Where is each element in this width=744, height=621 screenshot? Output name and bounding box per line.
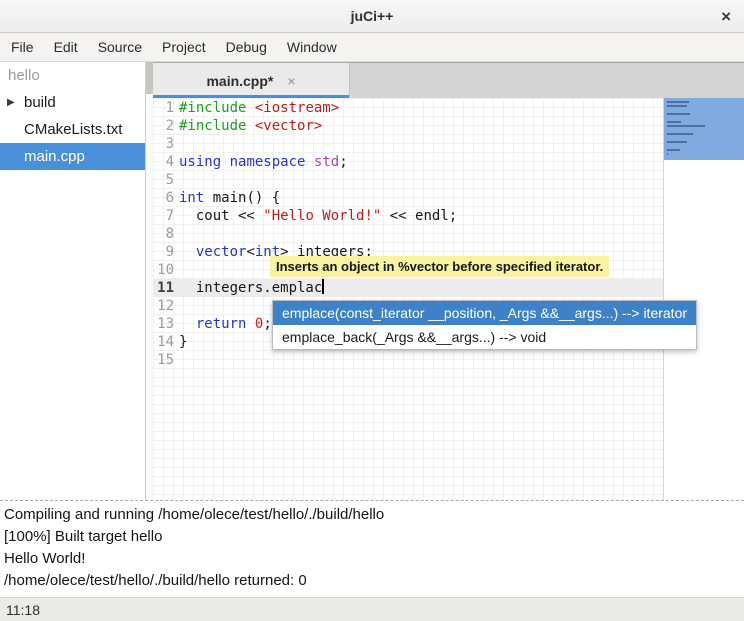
code-line-8[interactable]: 8	[153, 225, 663, 243]
line-number: 9	[153, 243, 179, 261]
line-number: 15	[153, 351, 179, 369]
minimap-line	[667, 113, 690, 115]
line-number: 5	[153, 171, 179, 189]
minimap[interactable]	[663, 98, 744, 500]
menu-bar: FileEditSourceProjectDebugWindow	[0, 33, 744, 62]
completion-item[interactable]: emplace_back(_Args &&__args...) --> void	[273, 325, 696, 349]
code-line-1[interactable]: 1#include <iostream>	[153, 99, 663, 117]
line-number: 14	[153, 333, 179, 351]
juci-window: juCi++ × FileEditSourceProjectDebugWindo…	[0, 0, 744, 621]
minimap-line	[667, 153, 668, 155]
tree-item-cmakelists-txt[interactable]: CMakeLists.txt	[0, 116, 145, 143]
completion-popup: emplace(const_iterator __position, _Args…	[272, 300, 697, 350]
completion-doc-tooltip: Inserts an object in %vector before spec…	[270, 256, 609, 277]
line-number: 6	[153, 189, 179, 207]
minimap-line	[667, 101, 689, 103]
menu-item-source[interactable]: Source	[88, 33, 152, 61]
expander-icon[interactable]: ▶	[7, 89, 15, 116]
menu-item-file[interactable]: File	[1, 33, 44, 61]
main-area: hello ▶ buildCMakeLists.txtmain.cpp main.…	[0, 62, 744, 500]
line-number: 3	[153, 135, 179, 153]
tab-main-cpp[interactable]: main.cpp* ×	[153, 63, 350, 98]
output-line: [100%] Built target hello	[4, 526, 744, 548]
code-text: }	[179, 333, 187, 351]
code-text: cout << "Hello World!" << endl;	[179, 207, 457, 225]
code-text: using namespace std;	[179, 153, 348, 171]
line-number: 10	[153, 261, 179, 279]
line-number: 11	[153, 279, 179, 297]
menu-item-project[interactable]: Project	[152, 33, 216, 61]
line-number: 12	[153, 297, 179, 315]
code-text: int main() {	[179, 189, 280, 207]
code-text: integers.emplac	[179, 279, 324, 297]
tab-bar: main.cpp* ×	[153, 62, 744, 98]
file-tree: hello ▶ buildCMakeLists.txtmain.cpp	[0, 62, 146, 500]
menu-item-debug[interactable]: Debug	[216, 33, 277, 61]
code-text: #include <vector>	[179, 117, 322, 135]
line-number: 13	[153, 315, 179, 333]
minimap-visible-region[interactable]	[664, 98, 744, 160]
scrollbar-thumb[interactable]	[146, 62, 153, 94]
tree-item-label: main.cpp	[24, 143, 85, 170]
code-text: #include <iostream>	[179, 99, 339, 117]
code-line-3[interactable]: 3	[153, 135, 663, 153]
tab-close-icon[interactable]: ×	[287, 73, 295, 89]
project-name: hello	[0, 62, 145, 89]
tree-item-build[interactable]: ▶ build	[0, 89, 145, 116]
code-line-4[interactable]: 4using namespace std;	[153, 153, 663, 171]
tree-item-label: CMakeLists.txt	[24, 116, 122, 143]
code-line-15[interactable]: 15	[153, 351, 663, 369]
cursor-position: 11:18	[6, 602, 40, 618]
minimap-line	[667, 141, 687, 143]
code-line-7[interactable]: 7 cout << "Hello World!" << endl;	[153, 207, 663, 225]
line-number: 8	[153, 225, 179, 243]
line-number: 2	[153, 117, 179, 135]
window-title: juCi++	[351, 8, 394, 24]
minimap-line	[667, 149, 680, 151]
minimap-line	[667, 125, 705, 127]
minimap-line	[667, 105, 687, 107]
code-line-5[interactable]: 5	[153, 171, 663, 189]
code-line-2[interactable]: 2#include <vector>	[153, 117, 663, 135]
code-line-11[interactable]: 11 integers.emplac	[153, 279, 663, 297]
code-line-6[interactable]: 6int main() {	[153, 189, 663, 207]
line-number: 4	[153, 153, 179, 171]
completion-item[interactable]: emplace(const_iterator __position, _Args…	[273, 301, 696, 325]
output-panel: Compiling and running /home/olece/test/h…	[0, 500, 744, 597]
sidebar-scrollbar[interactable]	[146, 62, 153, 500]
close-icon[interactable]: ×	[721, 0, 731, 32]
code-editor[interactable]: 1#include <iostream>2#include <vector>34…	[153, 98, 663, 500]
title-bar[interactable]: juCi++ ×	[0, 0, 744, 33]
menu-item-edit[interactable]: Edit	[44, 33, 88, 61]
tab-label: main.cpp*	[206, 73, 273, 89]
tree-item-label: build	[24, 89, 56, 116]
editor-wrap: 1#include <iostream>2#include <vector>34…	[153, 98, 744, 500]
code-text: return 0;	[179, 315, 272, 333]
status-bar: 11:18	[0, 597, 744, 621]
output-line: Compiling and running /home/olece/test/h…	[4, 504, 744, 526]
text-cursor	[322, 279, 324, 294]
menu-item-window[interactable]: Window	[277, 33, 347, 61]
editor-column: main.cpp* × 1#include <iostream>2#includ…	[153, 62, 744, 500]
output-line: /home/olece/test/hello/./build/hello ret…	[4, 570, 744, 592]
minimap-line	[667, 121, 681, 123]
output-line: Hello World!	[4, 548, 744, 570]
line-number: 1	[153, 99, 179, 117]
line-number: 7	[153, 207, 179, 225]
minimap-line	[667, 133, 693, 135]
tree-item-main-cpp[interactable]: main.cpp	[0, 143, 145, 170]
